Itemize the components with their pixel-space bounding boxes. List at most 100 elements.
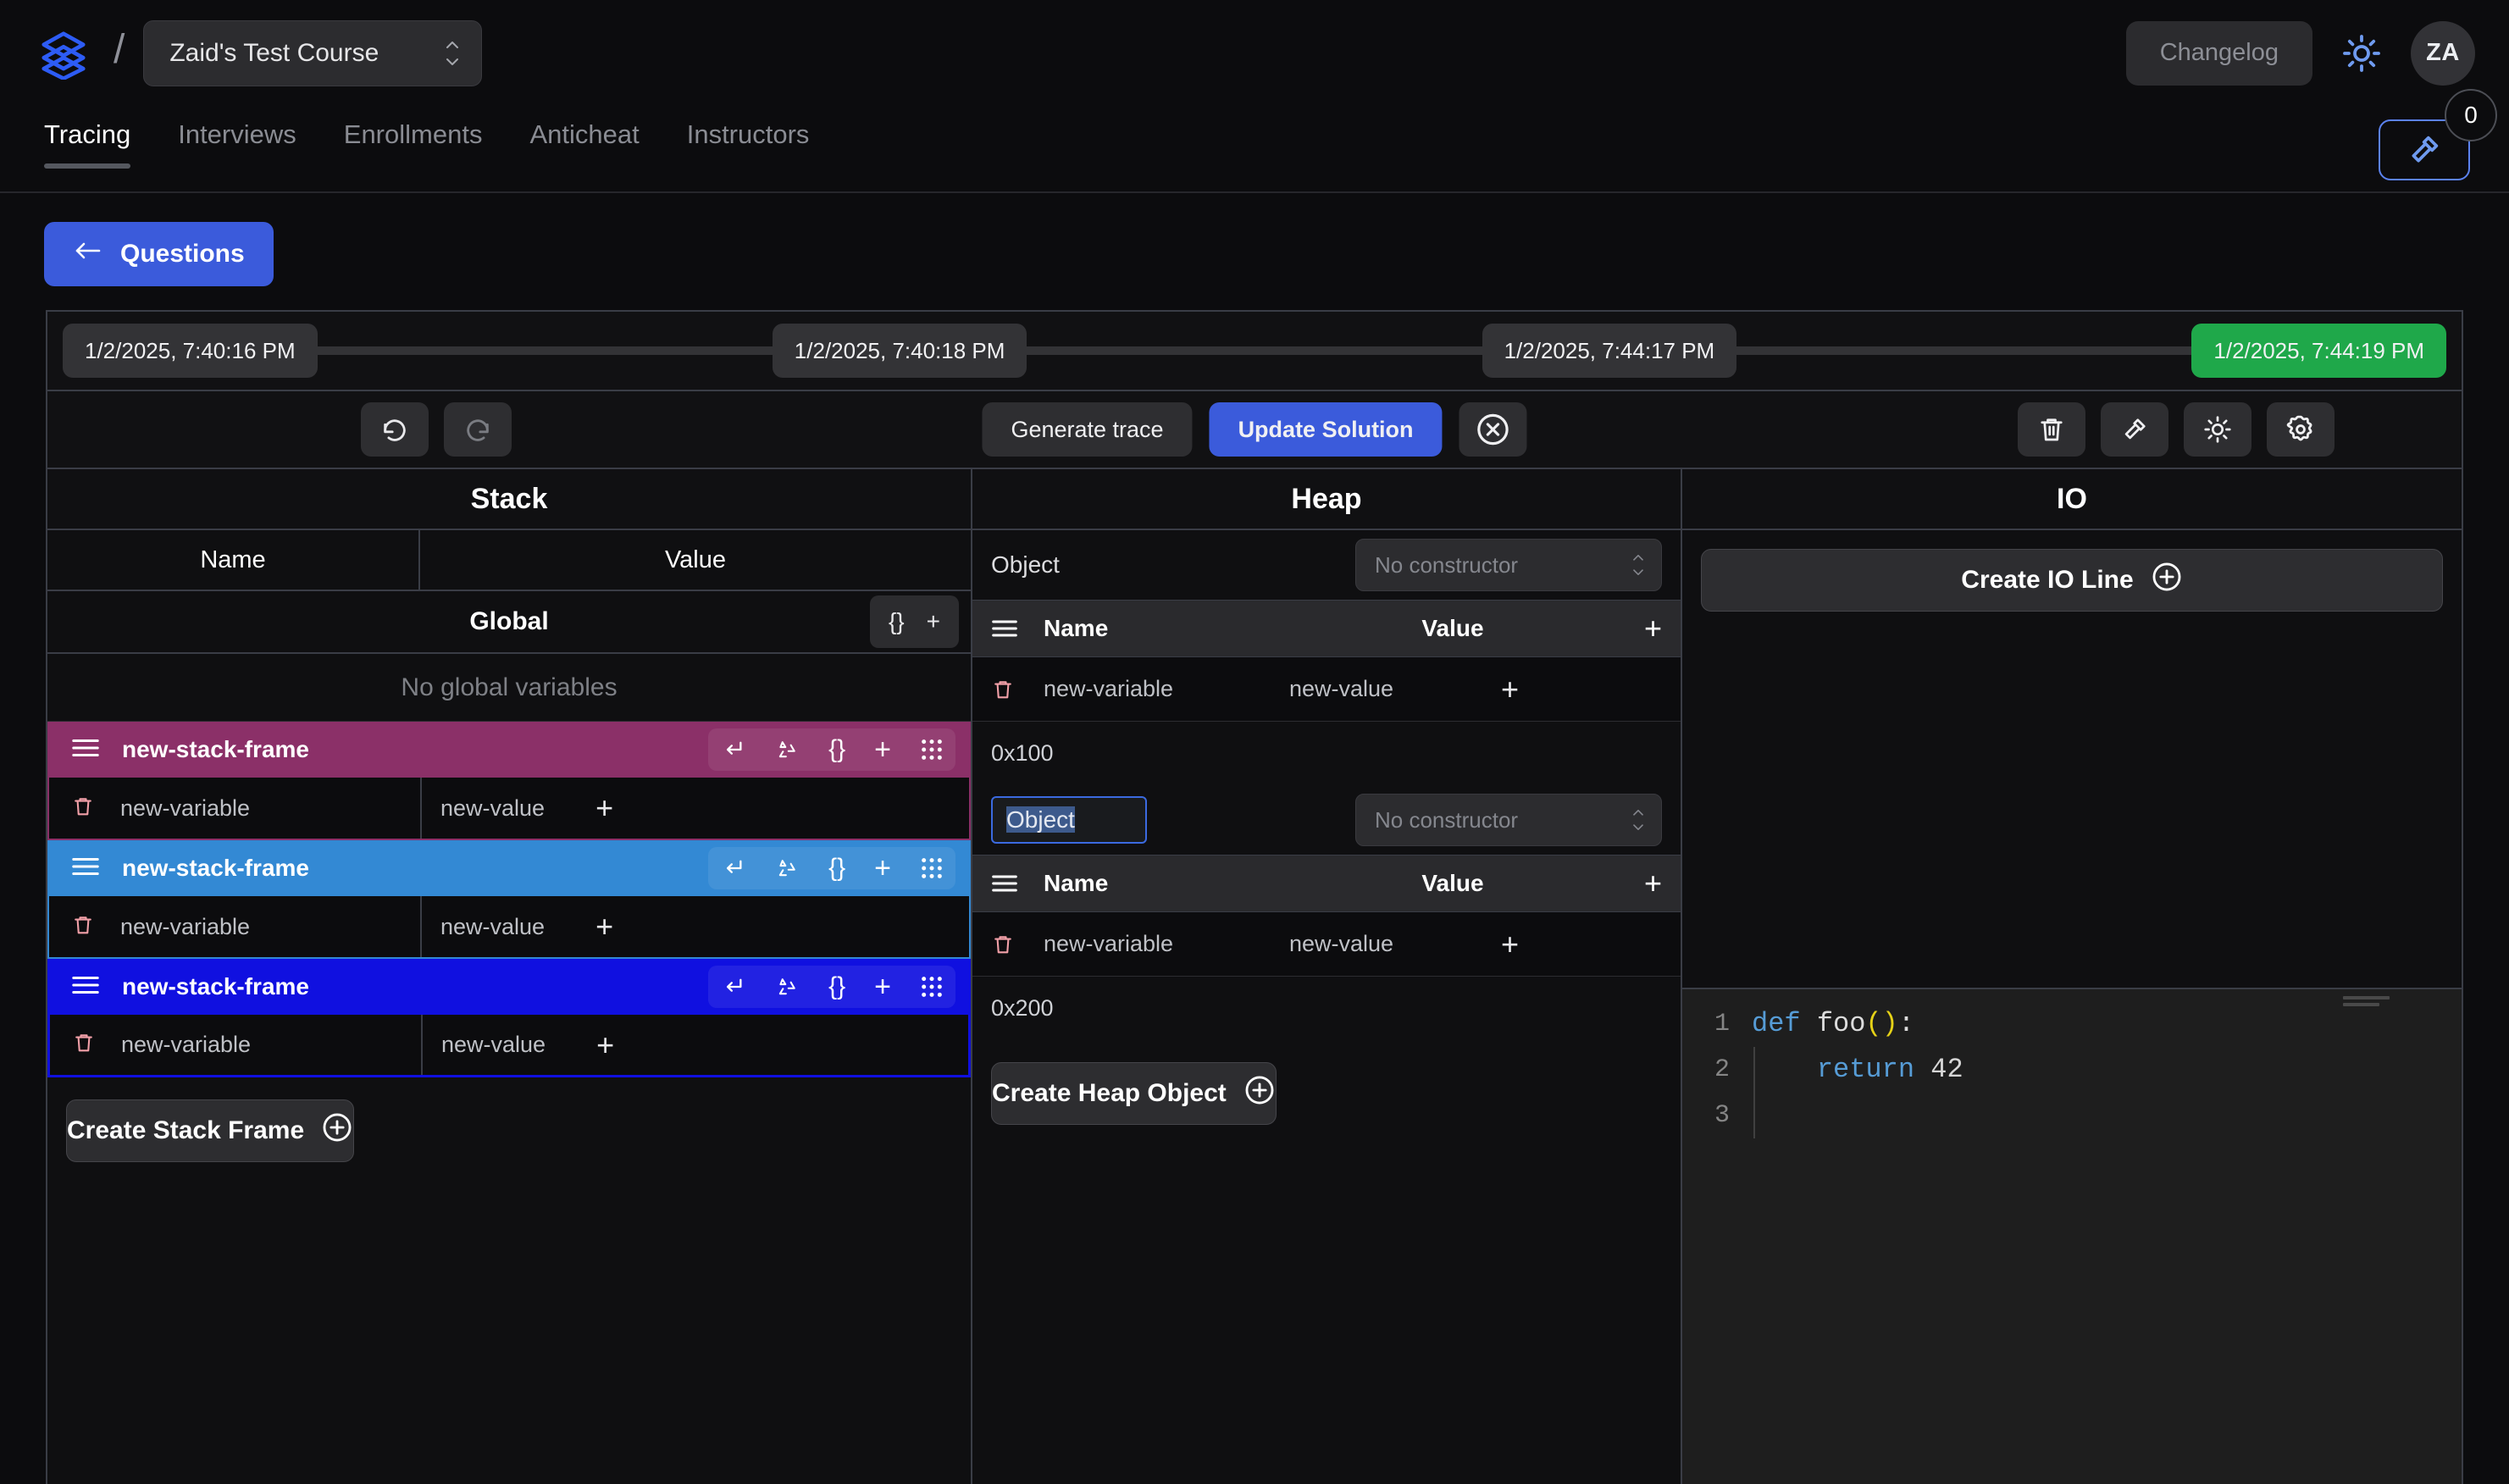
hamburger-icon[interactable]	[991, 873, 1044, 894]
avatar-initials: ZA	[2426, 39, 2460, 66]
add-variable-icon[interactable]: +	[595, 911, 613, 942]
constructor-placeholder: No constructor	[1375, 806, 1519, 833]
tracing-workspace: 1/2/2025, 7:40:16 PM 1/2/2025, 7:40:18 P…	[46, 310, 2463, 1484]
drag-grid-icon[interactable]	[920, 738, 944, 761]
hamburger-icon[interactable]	[71, 737, 100, 763]
recycle-icon[interactable]	[774, 975, 800, 999]
line-number-gutter: 1 2 3	[1682, 1001, 1752, 1138]
add-global-variable-icon[interactable]: +	[927, 608, 940, 635]
stack-frame-header[interactable]: new-stack-frame {} +	[47, 840, 971, 896]
trash-icon[interactable]	[991, 677, 1044, 702]
timeline-item[interactable]: 1/2/2025, 7:40:18 PM	[772, 324, 1027, 378]
recycle-icon[interactable]	[774, 738, 800, 761]
changelog-button[interactable]: Changelog	[2125, 20, 2312, 86]
gavel-icon[interactable]	[2101, 402, 2168, 457]
redo-icon[interactable]	[444, 402, 512, 457]
add-variable-icon[interactable]: +	[596, 1029, 614, 1060]
back-to-questions-button[interactable]: Questions	[44, 222, 274, 286]
create-heap-object-button[interactable]: Create Heap Object	[991, 1062, 1277, 1125]
return-icon[interactable]	[720, 856, 745, 880]
return-icon[interactable]	[720, 975, 745, 999]
heap-field-name[interactable]: new-variable	[1044, 676, 1289, 702]
update-solution-button[interactable]: Update Solution	[1209, 402, 1443, 457]
tab-instructors[interactable]: Instructors	[687, 119, 810, 169]
trash-icon[interactable]	[71, 912, 95, 942]
back-to-questions-label: Questions	[120, 240, 245, 268]
heap-table-header: Name Value +	[972, 855, 1681, 912]
timeline-connector	[317, 346, 773, 355]
heap-field-name[interactable]: new-variable	[1044, 931, 1289, 957]
variable-value[interactable]: new-value	[440, 914, 545, 940]
circle-x-icon[interactable]	[1459, 402, 1527, 457]
heap-field-value[interactable]: new-value	[1289, 676, 1501, 702]
gear-icon[interactable]	[2267, 402, 2335, 457]
hamburger-icon[interactable]	[991, 618, 1044, 639]
stack-frame-header[interactable]: new-stack-frame {} +	[47, 959, 971, 1015]
plus-icon[interactable]: +	[874, 854, 891, 883]
stack-frame-header[interactable]: new-stack-frame {} +	[47, 722, 971, 778]
drag-grid-icon[interactable]	[920, 856, 944, 880]
create-stack-frame-button[interactable]: Create Stack Frame	[66, 1099, 355, 1162]
add-heap-field-inline-icon[interactable]: +	[1501, 672, 1519, 707]
avatar[interactable]: ZA	[2411, 20, 2475, 86]
undo-icon[interactable]	[361, 402, 429, 457]
course-select[interactable]: Zaid's Test Course	[143, 19, 483, 86]
arrow-left-icon	[73, 240, 102, 269]
create-heap-object-label: Create Heap Object	[992, 1079, 1227, 1107]
variable-value[interactable]: new-value	[441, 1032, 546, 1058]
add-variable-icon[interactable]: +	[595, 793, 613, 823]
add-heap-field-icon[interactable]: +	[1616, 611, 1662, 646]
heap-object-name[interactable]: Object	[991, 551, 1060, 579]
tab-anticheat[interactable]: Anticheat	[529, 119, 639, 169]
plus-icon[interactable]: +	[874, 735, 891, 764]
braces-icon[interactable]: {}	[828, 856, 845, 881]
add-heap-field-icon[interactable]: +	[1616, 866, 1662, 901]
layers-icon[interactable]	[37, 27, 90, 80]
heap-object-name-input[interactable]: Object	[991, 796, 1147, 844]
code-lines[interactable]: def foo(): return 42	[1752, 1001, 1963, 1138]
editor-vertical-scrollbar[interactable]	[2445, 989, 2462, 1484]
braces-icon[interactable]: {}	[828, 974, 845, 999]
editor-minimap[interactable]	[2343, 996, 2409, 1030]
trash-icon[interactable]	[72, 1030, 96, 1060]
chevron-updown-icon	[1631, 810, 1646, 830]
sun-icon[interactable]	[2341, 33, 2382, 74]
timeline-item[interactable]: 1/2/2025, 7:40:16 PM	[63, 324, 318, 378]
hamburger-icon[interactable]	[71, 856, 100, 882]
timeline-item-active[interactable]: 1/2/2025, 7:44:19 PM	[2191, 324, 2447, 378]
io-editor-column: IO Create IO Line 1 2 3 def foo(): retur…	[1682, 469, 2462, 1484]
braces-icon[interactable]: {}	[889, 608, 905, 635]
return-icon[interactable]	[720, 738, 745, 761]
generate-trace-button[interactable]: Generate trace	[982, 402, 1193, 457]
variable-name[interactable]: new-variable	[120, 914, 250, 940]
variable-value[interactable]: new-value	[440, 795, 545, 822]
heap-field-value[interactable]: new-value	[1289, 931, 1501, 957]
trash-icon[interactable]	[991, 932, 1044, 957]
tab-enrollments[interactable]: Enrollments	[344, 119, 483, 169]
hamburger-icon[interactable]	[71, 974, 100, 1000]
trash-icon[interactable]	[71, 794, 95, 823]
plus-icon[interactable]: +	[874, 972, 891, 1001]
sun-icon[interactable]	[2184, 402, 2251, 457]
add-heap-field-inline-icon[interactable]: +	[1501, 927, 1519, 962]
code-line[interactable]: def foo():	[1752, 1001, 1963, 1047]
code-line[interactable]: return 42	[1752, 1047, 1963, 1093]
constructor-select[interactable]: No constructor	[1355, 539, 1662, 591]
create-io-line-button[interactable]: Create IO Line	[1701, 549, 2443, 612]
variable-name[interactable]: new-variable	[120, 795, 250, 822]
recycle-icon[interactable]	[774, 856, 800, 880]
constructor-select[interactable]: No constructor	[1355, 794, 1662, 846]
variable-name[interactable]: new-variable	[121, 1032, 251, 1058]
code-editor[interactable]: 1 2 3 def foo(): return 42	[1682, 988, 2462, 1484]
gavel-button-wrapper: 0	[2379, 89, 2497, 180]
trace-tools	[2018, 402, 2335, 457]
code-line[interactable]	[1752, 1093, 1963, 1138]
global-actions[interactable]: {} +	[869, 595, 959, 648]
timeline-item[interactable]: 1/2/2025, 7:44:17 PM	[1482, 324, 1737, 378]
braces-icon[interactable]: {}	[828, 737, 845, 762]
tab-interviews[interactable]: Interviews	[178, 119, 296, 169]
tabs: Tracing Interviews Enrollments Anticheat…	[44, 119, 809, 169]
drag-grid-icon[interactable]	[920, 975, 944, 999]
tab-tracing[interactable]: Tracing	[44, 119, 131, 169]
trash-icon[interactable]	[2018, 402, 2085, 457]
